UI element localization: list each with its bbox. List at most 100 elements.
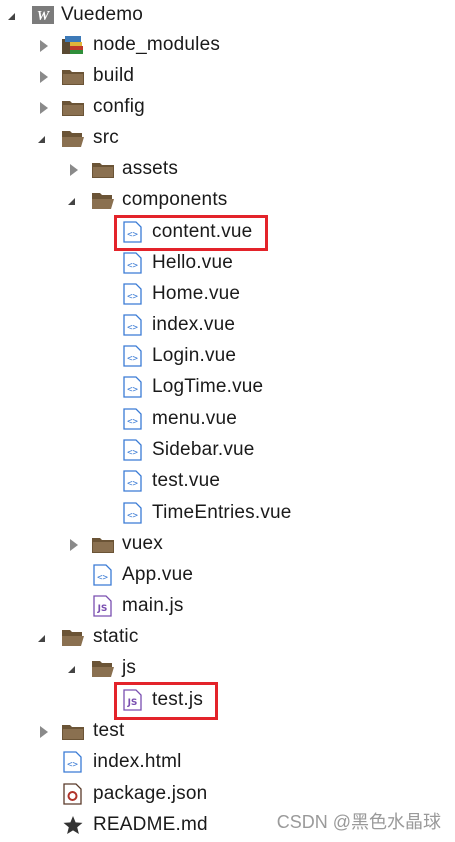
json-file-icon xyxy=(61,783,85,805)
tree-row-timeentries-vue[interactable]: <> TimeEntries.vue xyxy=(0,498,455,529)
tree-row-app-vue[interactable]: <> App.vue xyxy=(0,560,455,591)
tree-row-menu-vue[interactable]: <> menu.vue xyxy=(0,404,455,435)
folder-icon xyxy=(61,96,85,118)
tree-item-label: TimeEntries.vue xyxy=(152,502,292,523)
tree-row-hello-vue[interactable]: <> Hello.vue xyxy=(0,248,455,279)
tree-item-label: js xyxy=(122,657,137,678)
expand-arrow-icon[interactable] xyxy=(40,726,48,738)
tree-item-label: Sidebar.vue xyxy=(152,439,255,460)
svg-text:W: W xyxy=(37,9,51,24)
tree-item-label: LogTime.vue xyxy=(152,376,264,397)
tree-row-home-vue[interactable]: <> Home.vue xyxy=(0,279,455,310)
folder-icon xyxy=(91,158,115,180)
svg-text:<>: <> xyxy=(127,385,138,395)
js-file-icon: JS xyxy=(91,595,115,617)
tree-row-main-js[interactable]: JS main.js xyxy=(0,591,455,622)
vue-file-icon: <> xyxy=(121,283,145,305)
tree-row-vuex[interactable]: vuex xyxy=(0,529,455,560)
folder-open-icon xyxy=(91,189,115,211)
tree-item-label: vuex xyxy=(122,533,163,554)
tree-row-node-modules[interactable]: node_modules xyxy=(0,30,455,61)
expand-arrow-icon[interactable] xyxy=(70,539,78,551)
svg-text:<>: <> xyxy=(127,511,138,521)
tree-item-label: src xyxy=(93,127,119,148)
tree-row-package-json[interactable]: package.json xyxy=(0,779,455,810)
project-name: Vuedemo xyxy=(61,4,144,25)
project-explorer-tree: W Vuedemo node_modules build config src … xyxy=(0,0,455,842)
svg-text:<>: <> xyxy=(127,448,138,458)
project-icon: W xyxy=(31,4,55,26)
tree-row-src[interactable]: src xyxy=(0,123,455,154)
svg-text:<>: <> xyxy=(127,479,138,489)
tree-row-sidebar-vue[interactable]: <> Sidebar.vue xyxy=(0,435,455,466)
expand-arrow-icon[interactable] xyxy=(38,635,45,642)
tree-item-label: package.json xyxy=(93,783,208,804)
folder-icon xyxy=(61,720,85,742)
tree-row-static[interactable]: static xyxy=(0,622,455,653)
expand-arrow-icon[interactable] xyxy=(40,102,48,114)
vue-file-icon: <> xyxy=(121,470,145,492)
tree-item-label: index.html xyxy=(93,751,182,772)
tree-item-label: Home.vue xyxy=(152,283,241,304)
tree-item-label: App.vue xyxy=(122,564,194,585)
svg-text:<>: <> xyxy=(127,323,138,333)
folder-icon xyxy=(61,65,85,87)
folder-icon xyxy=(91,533,115,555)
tree-row-components[interactable]: components xyxy=(0,185,455,216)
tree-row-js[interactable]: js xyxy=(0,653,455,684)
svg-text:JS: JS xyxy=(97,604,108,614)
tree-row-index-html[interactable]: <> index.html xyxy=(0,747,455,778)
tree-row-project[interactable]: W Vuedemo xyxy=(0,0,455,31)
tree-item-label: build xyxy=(93,65,135,86)
tree-row-login-vue[interactable]: <> Login.vue xyxy=(0,341,455,372)
folder-open-icon xyxy=(61,127,85,149)
tree-row-config[interactable]: config xyxy=(0,92,455,123)
vue-file-icon: <> xyxy=(121,408,145,430)
tree-row-index-vue[interactable]: <> index.vue xyxy=(0,310,455,341)
tree-row-test-js[interactable]: JS test.js xyxy=(0,685,455,716)
tree-item-label: config xyxy=(93,96,145,117)
expand-arrow-icon[interactable] xyxy=(68,666,75,673)
tree-item-label: main.js xyxy=(122,595,184,616)
expand-arrow-icon[interactable] xyxy=(70,164,78,176)
expand-arrow-icon[interactable] xyxy=(68,198,75,205)
expand-arrow-icon[interactable] xyxy=(8,13,15,20)
tree-row-test[interactable]: test xyxy=(0,716,455,747)
html-file-icon: <> xyxy=(61,751,85,773)
svg-text:<>: <> xyxy=(127,261,138,271)
expand-arrow-icon[interactable] xyxy=(40,71,48,83)
tree-row-assets[interactable]: assets xyxy=(0,154,455,185)
tree-item-label: index.vue xyxy=(152,314,236,335)
library-folder-icon xyxy=(61,34,85,56)
tree-row-test-vue[interactable]: <> test.vue xyxy=(0,466,455,497)
tree-item-label: test.vue xyxy=(152,470,221,491)
svg-text:<>: <> xyxy=(127,354,138,364)
tree-item-label: test xyxy=(93,720,125,741)
vue-file-icon: <> xyxy=(121,345,145,367)
svg-text:<>: <> xyxy=(127,292,138,302)
vue-file-icon: <> xyxy=(121,439,145,461)
highlight-box-test-js xyxy=(114,682,218,720)
watermark: CSDN @黑色水晶球 xyxy=(276,812,441,832)
vue-file-icon: <> xyxy=(121,314,145,336)
tree-item-label: node_modules xyxy=(93,34,221,55)
tree-item-label: README.md xyxy=(93,814,208,835)
tree-item-label: Hello.vue xyxy=(152,252,234,273)
tree-item-label: Login.vue xyxy=(152,345,237,366)
vue-file-icon: <> xyxy=(121,252,145,274)
vue-file-icon: <> xyxy=(121,376,145,398)
tree-item-label: menu.vue xyxy=(152,408,238,429)
star-file-icon xyxy=(61,814,85,836)
svg-text:<>: <> xyxy=(127,417,138,427)
svg-text:<>: <> xyxy=(67,760,78,770)
tree-row-logtime-vue[interactable]: <> LogTime.vue xyxy=(0,372,455,403)
folder-open-icon xyxy=(61,626,85,648)
expand-arrow-icon[interactable] xyxy=(40,40,48,52)
highlight-box-content-vue xyxy=(114,215,268,251)
expand-arrow-icon[interactable] xyxy=(38,136,45,143)
tree-item-label: assets xyxy=(122,158,179,179)
vue-file-icon: <> xyxy=(91,564,115,586)
svg-text:<>: <> xyxy=(97,573,108,583)
tree-item-label: static xyxy=(93,626,139,647)
tree-row-build[interactable]: build xyxy=(0,61,455,92)
